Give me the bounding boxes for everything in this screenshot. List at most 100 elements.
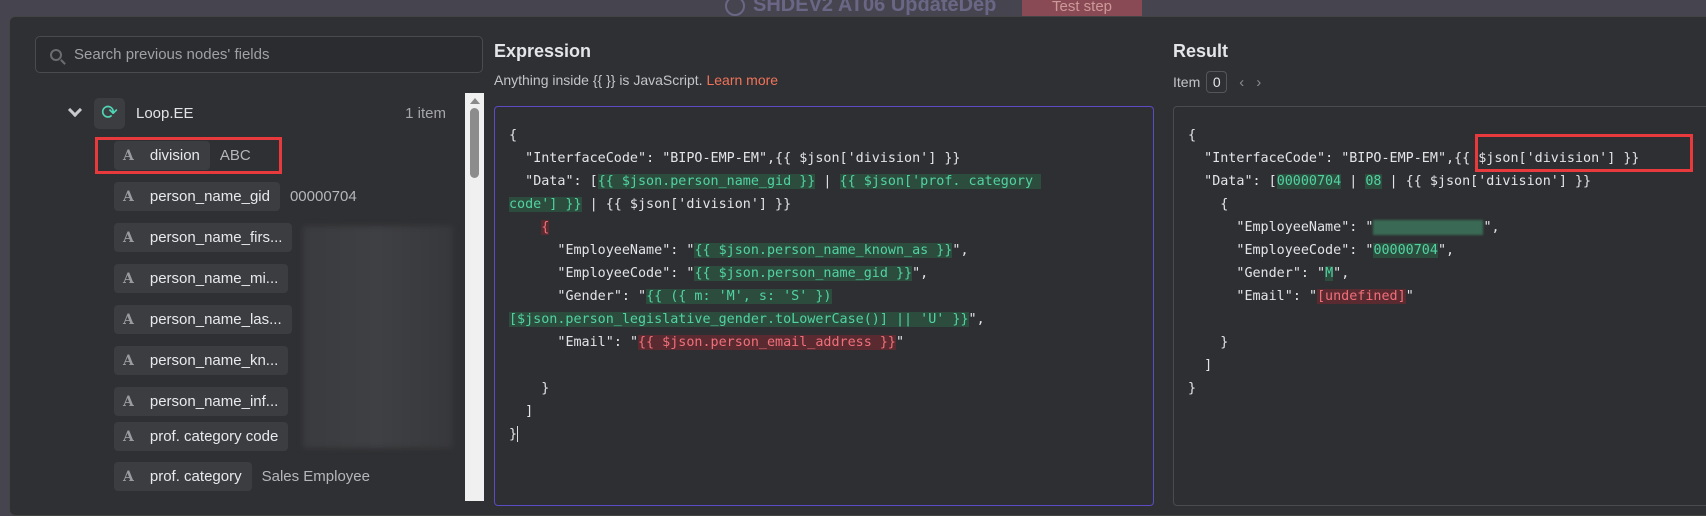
field-pill[interactable]: Aprof. category code <box>114 422 289 451</box>
code-segment: : <box>1349 243 1366 258</box>
code-line: { <box>1188 124 1639 147</box>
field-name: person_name_mi... <box>149 270 279 287</box>
search-field[interactable] <box>35 36 483 73</box>
code-segment: Data <box>533 174 566 189</box>
field-item[interactable]: Aprof. category Sales Employee <box>114 462 370 491</box>
node-loop-ee[interactable]: ⟳ Loop.EE 1 item <box>66 97 446 129</box>
scrollbar[interactable] <box>465 93 484 501</box>
field-item[interactable]: Aperson_name_gid 00000704 <box>114 182 357 211</box>
code-segment: {{ $json.person_name_gid }} <box>597 174 816 189</box>
code-segment: code'] }} <box>509 197 582 212</box>
code-segment: | <box>1341 174 1366 189</box>
next-item-icon[interactable]: › <box>1256 74 1261 91</box>
field-name: division <box>149 147 200 164</box>
code-segment: EmployeeCode <box>565 266 663 281</box>
field-item[interactable]: Aperson_name_las... <box>114 305 302 334</box>
field-pill[interactable]: Aperson_name_mi... <box>114 264 289 293</box>
code-segment: } <box>509 381 550 396</box>
field-item[interactable]: Adivision ABC <box>114 141 251 170</box>
field-pill[interactable]: Aperson_name_kn... <box>114 346 289 375</box>
code-line: "InterfaceCode": "BIPO-EMP-EM",{{ $json[… <box>509 147 1041 170</box>
quote-mark: " <box>525 174 534 189</box>
field-name: person_name_las... <box>149 311 282 328</box>
field-pill[interactable]: Aperson_name_inf... <box>114 387 289 416</box>
quote-mark: " <box>1308 289 1317 304</box>
field-name: person_name_gid <box>149 188 270 205</box>
code-segment: : <box>621 289 638 304</box>
field-pill[interactable]: Aprof. category <box>114 462 252 491</box>
code-line: "EmployeeName": "{{ $json.person_name_kn… <box>509 239 1041 262</box>
field-item[interactable]: Aperson_name_inf... <box>114 387 298 416</box>
scroll-thumb[interactable] <box>470 108 479 178</box>
code-segment: } <box>1188 335 1229 350</box>
code-segment: [undefined] <box>1317 289 1406 304</box>
field-value: 00000704 <box>289 188 357 205</box>
quote-mark: " <box>1365 220 1374 235</box>
quote-mark: " <box>525 151 534 166</box>
code-segment: {{ $json['prof. category <box>839 174 1042 189</box>
code-line: { <box>509 124 1041 147</box>
field-item[interactable]: Aperson_name_mi... <box>114 264 298 293</box>
field-item[interactable]: Aprof. category code <box>114 422 298 451</box>
search-input[interactable] <box>74 46 454 63</box>
quote-mark: " <box>968 312 977 327</box>
code-line: code'] }} | {{ $json['division'] }} <box>509 193 1041 216</box>
string-type-icon: A <box>123 229 134 246</box>
code-segment: : <box>646 151 663 166</box>
quote-mark: " <box>758 151 767 166</box>
scroll-up-arrow-icon[interactable] <box>469 98 480 104</box>
quote-mark: " <box>1405 289 1414 304</box>
field-name: prof. category <box>149 468 242 485</box>
item-selector: Item 0 ‹ › <box>1173 71 1261 93</box>
field-item[interactable]: Aperson_name_firs... <box>114 223 302 252</box>
code-segment: , <box>960 243 969 258</box>
code-segment: InterfaceCode <box>1212 151 1317 166</box>
field-value: ABC <box>219 147 251 164</box>
result-preview: { "InterfaceCode": "BIPO-EMP-EM",{{ $jso… <box>1173 106 1706 506</box>
quote-mark: " <box>912 266 921 281</box>
code-segment: 08 <box>1365 174 1382 189</box>
code-line: } <box>509 423 1041 446</box>
code-line: "Data": [00000704 | 08 | {{ $json['divis… <box>1188 170 1639 193</box>
item-index-input[interactable]: 0 <box>1206 71 1228 93</box>
quote-mark: " <box>1437 151 1446 166</box>
field-pill[interactable]: Adivision <box>114 141 210 170</box>
code-line: ] <box>1188 354 1639 377</box>
expression-editor[interactable]: { "InterfaceCode": "BIPO-EMP-EM",{{ $jso… <box>494 106 1154 506</box>
learn-more-link[interactable]: Learn more <box>706 72 778 88</box>
quote-mark: " <box>613 289 622 304</box>
globe-icon <box>725 0 745 16</box>
code-segment: , <box>1446 243 1455 258</box>
string-type-icon: A <box>123 270 134 287</box>
code-segment: Data <box>1212 174 1245 189</box>
field-pill[interactable]: Aperson_name_firs... <box>114 223 293 252</box>
code-segment: } <box>1188 381 1197 396</box>
code-segment: M <box>1325 266 1334 281</box>
code-line: { <box>509 216 1041 239</box>
string-type-icon: A <box>123 147 134 164</box>
code-segment: {{ $json.person_name_known_as }} <box>694 243 953 258</box>
code-line: "Gender": "M", <box>1188 262 1639 285</box>
prev-item-icon[interactable]: ‹ <box>1239 74 1244 91</box>
chevron-down-icon[interactable] <box>67 102 83 118</box>
loop-icon: ⟳ <box>94 97 125 129</box>
field-pill[interactable]: Aperson_name_gid <box>114 182 280 211</box>
expression-code[interactable]: { "InterfaceCode": "BIPO-EMP-EM",{{ $jso… <box>509 124 1042 446</box>
code-segment: 00000704 <box>1276 174 1342 189</box>
quote-mark: " <box>895 335 905 350</box>
node-name: Loop.EE <box>136 104 194 122</box>
field-item[interactable]: Aperson_name_kn... <box>114 346 298 375</box>
workflow-title[interactable]: SHDEV2 AT06 UpdateDep <box>725 0 996 17</box>
code-segment: Email <box>1244 289 1285 304</box>
expression-hint: Anything inside {{ }} is JavaScript. Lea… <box>494 72 778 88</box>
field-pill[interactable]: Aperson_name_las... <box>114 305 292 334</box>
